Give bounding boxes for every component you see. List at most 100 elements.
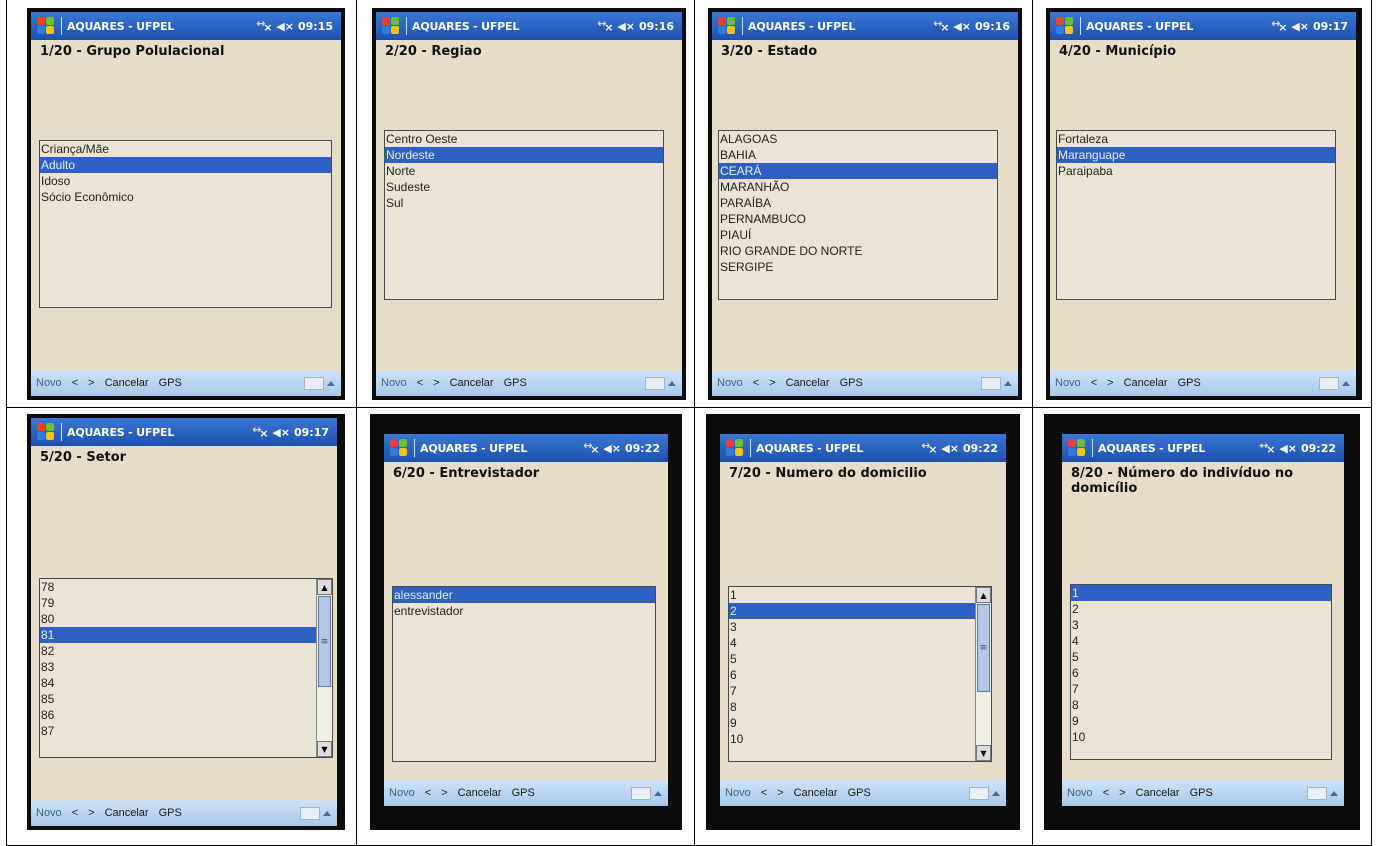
scroll-down-button[interactable]: ▼ — [976, 745, 991, 761]
windows-start-icon[interactable] — [36, 422, 56, 442]
list-item[interactable]: ALAGOAS — [719, 131, 997, 147]
volume-muted-icon[interactable]: ◀× — [941, 442, 959, 455]
list-scrollbar[interactable]: ▲ ≡ ▼ — [316, 579, 332, 757]
chevron-up-icon[interactable] — [327, 380, 335, 386]
list-item[interactable]: 8 — [729, 699, 975, 715]
keyboard-icon[interactable] — [1319, 376, 1339, 390]
list-item[interactable]: 8 — [1071, 697, 1331, 713]
cancel-softkey[interactable]: Cancelar — [789, 787, 843, 799]
next-softkey[interactable]: > — [764, 377, 780, 389]
next-softkey[interactable]: > — [83, 807, 99, 819]
gps-softkey[interactable]: GPS — [499, 377, 532, 389]
prev-softkey[interactable]: < — [748, 377, 764, 389]
list-item[interactable]: PIAUÍ — [719, 227, 997, 243]
cancel-softkey[interactable]: Cancelar — [100, 807, 154, 819]
list-item[interactable]: 10 — [1071, 729, 1331, 745]
options-listbox[interactable]: ALAGOAS BAHIA CEARÁ MARANHÃO PARAÍBA PERNAMBU… — [718, 130, 998, 300]
gps-softkey[interactable]: GPS — [1185, 787, 1218, 799]
cancel-softkey[interactable]: Cancelar — [1119, 377, 1173, 389]
list-item-selected[interactable]: Adulto — [40, 157, 331, 173]
volume-muted-icon[interactable]: ◀× — [603, 442, 621, 455]
options-listbox[interactable]: 1 2 3 4 5 6 7 8 9 10 ▲ ≡ ▼ — [728, 586, 992, 762]
keyboard-icon[interactable] — [300, 806, 320, 820]
chevron-up-icon[interactable] — [323, 810, 331, 816]
novo-softkey[interactable]: Novo — [376, 377, 412, 389]
list-item[interactable]: 6 — [729, 667, 975, 683]
list-scrollbar[interactable]: ▲ ≡ ▼ — [975, 587, 991, 761]
connectivity-icon[interactable] — [1271, 17, 1287, 34]
list-item-selected[interactable]: CEARÁ — [719, 163, 997, 179]
chevron-up-icon[interactable] — [992, 790, 1000, 796]
options-listbox[interactable]: Centro Oeste Nordeste Norte Sudeste Sul — [384, 130, 664, 300]
novo-softkey[interactable]: Novo — [1062, 787, 1098, 799]
chevron-up-icon[interactable] — [1330, 790, 1338, 796]
list-item[interactable]: 9 — [1071, 713, 1331, 729]
prev-softkey[interactable]: < — [1098, 787, 1114, 799]
cancel-softkey[interactable]: Cancelar — [781, 377, 835, 389]
keyboard-icon[interactable] — [631, 786, 651, 800]
list-item[interactable]: 10 — [729, 731, 975, 747]
gps-softkey[interactable]: GPS — [843, 787, 876, 799]
chevron-up-icon[interactable] — [654, 790, 662, 796]
list-item[interactable]: Sudeste — [385, 179, 663, 195]
options-listbox[interactable]: 78 79 80 81 82 83 84 85 86 87 ▲ ≡ ▼ — [39, 578, 333, 758]
input-panel[interactable] — [304, 376, 335, 390]
clock[interactable]: 09:17 — [1313, 20, 1348, 33]
volume-muted-icon[interactable]: ◀× — [276, 20, 294, 33]
options-listbox[interactable]: Fortaleza Maranguape Paraipaba — [1056, 130, 1336, 300]
clock[interactable]: 09:22 — [625, 442, 660, 455]
list-item[interactable]: entrevistador — [393, 603, 655, 619]
clock[interactable]: 09:16 — [975, 20, 1010, 33]
volume-muted-icon[interactable]: ◀× — [1279, 442, 1297, 455]
list-item[interactable]: Idoso — [40, 173, 331, 189]
list-item[interactable]: 6 — [1071, 665, 1331, 681]
prev-softkey[interactable]: < — [420, 787, 436, 799]
novo-softkey[interactable]: Novo — [1050, 377, 1086, 389]
scroll-thumb[interactable]: ≡ — [977, 604, 990, 692]
list-item[interactable]: 87 — [40, 723, 316, 739]
scroll-down-button[interactable]: ▼ — [317, 741, 332, 757]
list-item[interactable]: PARAÍBA — [719, 195, 997, 211]
list-item[interactable]: 1 — [729, 587, 975, 603]
list-item[interactable]: 4 — [1071, 633, 1331, 649]
list-item[interactable]: 86 — [40, 707, 316, 723]
list-item[interactable]: 2 — [1071, 601, 1331, 617]
cancel-softkey[interactable]: Cancelar — [453, 787, 507, 799]
list-item[interactable]: 7 — [729, 683, 975, 699]
list-item[interactable]: 5 — [729, 651, 975, 667]
list-item[interactable]: 85 — [40, 691, 316, 707]
keyboard-icon[interactable] — [969, 786, 989, 800]
novo-softkey[interactable]: Novo — [31, 807, 67, 819]
list-item[interactable]: Sul — [385, 195, 663, 211]
list-item[interactable]: 3 — [729, 619, 975, 635]
windows-start-icon[interactable] — [1055, 16, 1075, 36]
list-item[interactable]: 3 — [1071, 617, 1331, 633]
volume-muted-icon[interactable]: ◀× — [617, 20, 635, 33]
windows-start-icon[interactable] — [717, 16, 737, 36]
list-item[interactable]: Paraipaba — [1057, 163, 1335, 179]
input-panel[interactable] — [300, 806, 331, 820]
connectivity-icon[interactable] — [933, 17, 949, 34]
prev-softkey[interactable]: < — [412, 377, 428, 389]
prev-softkey[interactable]: < — [1086, 377, 1102, 389]
next-softkey[interactable]: > — [428, 377, 444, 389]
list-item-selected[interactable]: 2 — [729, 603, 975, 619]
list-item[interactable]: 83 — [40, 659, 316, 675]
list-item[interactable]: Sócio Econômico — [40, 189, 331, 205]
list-item-selected[interactable]: Maranguape — [1057, 147, 1335, 163]
volume-muted-icon[interactable]: ◀× — [272, 426, 290, 439]
list-item[interactable]: 7 — [1071, 681, 1331, 697]
list-item[interactable]: 5 — [1071, 649, 1331, 665]
keyboard-icon[interactable] — [645, 376, 665, 390]
list-item[interactable]: SERGIPE — [719, 259, 997, 275]
connectivity-icon[interactable] — [252, 423, 268, 440]
prev-softkey[interactable]: < — [756, 787, 772, 799]
list-item[interactable]: PERNAMBUCO — [719, 211, 997, 227]
list-item[interactable]: Centro Oeste — [385, 131, 663, 147]
list-item[interactable]: 4 — [729, 635, 975, 651]
cancel-softkey[interactable]: Cancelar — [1131, 787, 1185, 799]
clock[interactable]: 09:15 — [298, 20, 333, 33]
scroll-up-button[interactable]: ▲ — [976, 587, 991, 603]
keyboard-icon[interactable] — [1307, 786, 1327, 800]
options-listbox[interactable]: Criança/Mãe Adulto Idoso Sócio Econômico — [39, 140, 332, 308]
